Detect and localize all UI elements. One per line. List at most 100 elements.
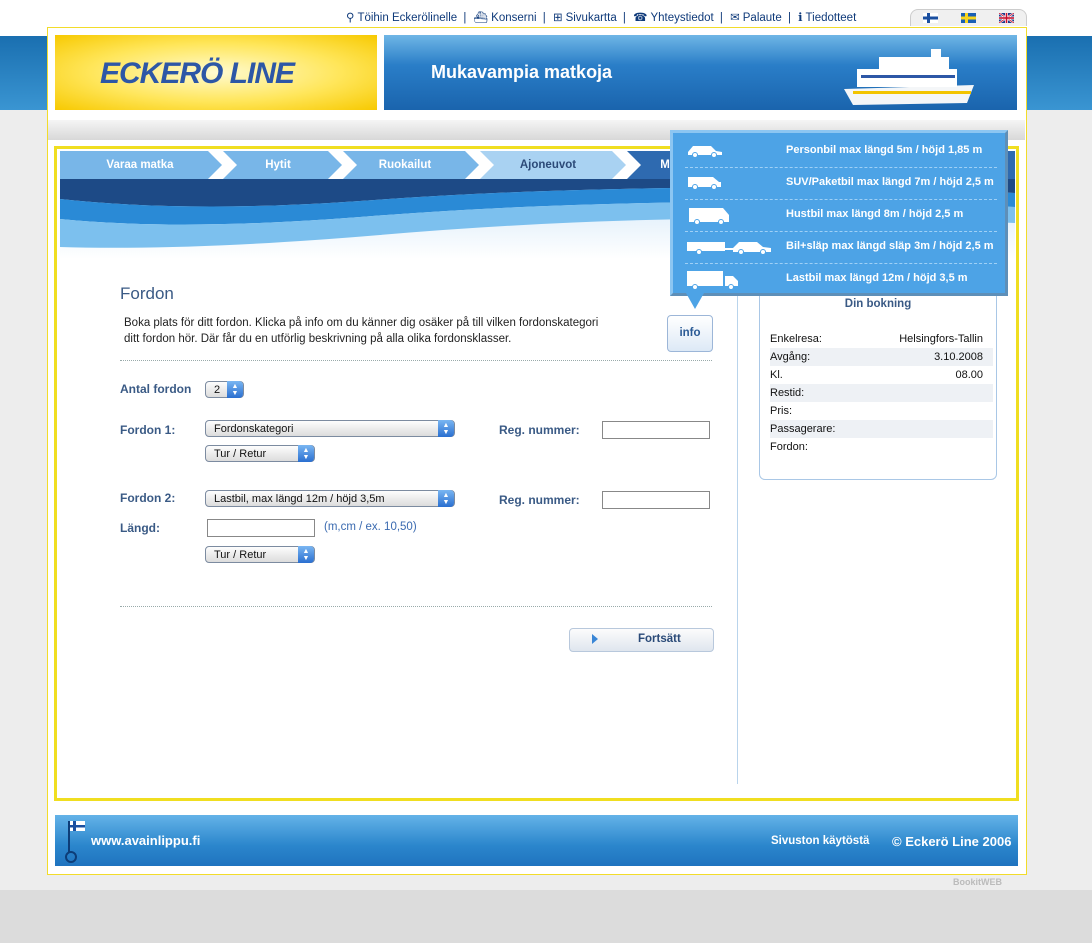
header-banner: Mukavampia matkoja	[384, 35, 1017, 110]
popup-text: Hustbil max längd 8m / höjd 2,5 m	[786, 208, 964, 220]
footer-copyright: © Eckerö Line 2006	[892, 834, 1012, 849]
fordon-1-trip-value: Tur / Retur	[214, 448, 267, 460]
antal-fordon-label: Antal fordon	[120, 382, 192, 396]
booking-row: Avgång: 3.10.2008	[770, 348, 993, 366]
step-hytit[interactable]: Hytit	[233, 151, 323, 179]
info-button[interactable]: info	[667, 315, 713, 352]
step-ruokailut[interactable]: Ruokailut	[360, 151, 450, 179]
info-icon: ℹ	[798, 12, 803, 24]
booking-row-label: Kl.	[770, 369, 783, 381]
popup-text: Personbil max längd 5m / höjd 1,85 m	[786, 144, 983, 156]
intro-line-2: ditt fordon hör. Där får du en utförlig …	[124, 333, 512, 345]
fordon-1-reg-input[interactable]	[602, 421, 710, 439]
booking-row-label: Pris:	[770, 405, 792, 417]
step-varaa-matka[interactable]: Varaa matka	[60, 151, 220, 179]
key-flag-icon	[65, 821, 85, 863]
select-arrows-icon: ▲ ▼	[298, 445, 314, 462]
phone-icon: ☎	[633, 12, 648, 24]
top-link-0[interactable]: Töihin Eckerölinelle	[357, 12, 457, 24]
swedish-flag-icon[interactable]	[961, 13, 976, 23]
popup-row-suv: SUV/Paketbil max längd 7m / höjd 2,5 m	[685, 167, 997, 200]
booking-row-label: Enkelresa:	[770, 333, 822, 345]
fordon-1-trip-select[interactable]: Tur / Retur ▲ ▼	[205, 445, 315, 462]
eckero-line-logo[interactable]: ECKERÖ LINE	[55, 35, 377, 110]
fordon-2-trip-value: Tur / Retur	[214, 549, 267, 561]
vehicle-info-popup: Personbil max längd 5m / höjd 1,85 m SUV…	[670, 130, 1008, 296]
step-ajoneuvot[interactable]: Ajoneuvot	[498, 151, 598, 179]
popup-text: SUV/Paketbil max längd 7m / höjd 2,5 m	[786, 176, 994, 188]
arrow-right-icon	[592, 634, 598, 644]
select-arrows-icon: ▲ ▼	[438, 490, 454, 507]
booking-row: Enkelresa: Helsingfors-Tallin	[770, 330, 993, 348]
continue-button[interactable]: Fortsätt	[569, 628, 714, 652]
language-flags	[910, 9, 1027, 26]
intro-line-1: Boka plats för ditt fordon. Klicka på in…	[124, 317, 599, 329]
camper-icon	[689, 208, 729, 225]
top-link-5[interactable]: Tiedotteet	[806, 12, 857, 24]
fordon-2-label: Fordon 2:	[120, 491, 176, 505]
top-links: ⚲ Töihin Eckerölinelle | ⛴ Konserni | ⊞ Siv…	[346, 12, 857, 24]
booking-row-value: 3.10.2008	[934, 351, 983, 363]
continue-label: Fortsätt	[638, 633, 681, 645]
fordon-1-label: Fordon 1:	[120, 423, 176, 437]
bookit-web-logo[interactable]: BookitWEB	[953, 877, 1002, 887]
booking-title: Din bokning	[844, 298, 912, 310]
fordon-2-category-select[interactable]: Lastbil, max längd 12m / höjd 3,5m ▲ ▼	[205, 490, 455, 507]
booking-summary: Din bokning Enkelresa: Helsingfors-Tallin…	[759, 292, 997, 480]
top-link-1[interactable]: Konserni	[491, 12, 536, 24]
popup-pointer	[686, 293, 704, 309]
car-icon	[688, 146, 722, 158]
footer-terms-link[interactable]: Sivuston käytöstä	[771, 835, 869, 847]
length-input[interactable]	[207, 519, 315, 537]
booking-row: Fordon:	[770, 438, 993, 456]
popup-row-bil-slap: Bil+släp max längd släp 3m / höjd 2,5 m	[685, 231, 997, 264]
booking-row-label: Avgång:	[770, 351, 811, 363]
fordon-1-category-value: Fordonskategori	[214, 423, 294, 435]
booking-row: Passagerare:	[770, 420, 993, 438]
truck-icon	[687, 271, 738, 290]
intro-text: Boka plats för ditt fordon. Klicka på in…	[124, 315, 654, 347]
select-arrows-icon: ▲ ▼	[438, 420, 454, 437]
divider	[120, 360, 712, 361]
ferry-icon	[844, 49, 974, 105]
footer-site-link[interactable]: www.avainlippu.fi	[91, 833, 200, 848]
booking-row-value: Helsingfors-Tallin	[899, 333, 983, 345]
wrench-icon: ⚲	[346, 12, 355, 24]
booking-row-value: 08.00	[955, 369, 983, 381]
mail-icon: ✉	[730, 12, 740, 24]
suv-icon	[688, 177, 721, 190]
booking-row-label: Passagerare:	[770, 423, 836, 435]
top-link-4[interactable]: Palaute	[743, 12, 782, 24]
booking-row: Kl. 08.00	[770, 366, 993, 384]
booking-row: Restid:	[770, 384, 993, 402]
fordon-1-category-select[interactable]: Fordonskategori ▲ ▼	[205, 420, 455, 437]
length-label: Längd:	[120, 521, 160, 535]
fordon-2-reg-label: Reg. nummer:	[499, 493, 580, 507]
divider	[120, 606, 712, 607]
antal-fordon-select[interactable]: 2 ▲ ▼	[205, 381, 244, 398]
banner-slogan: Mukavampia matkoja	[431, 62, 613, 82]
uk-flag-icon[interactable]	[999, 13, 1014, 23]
logo-text: ECKERÖ LINE	[100, 57, 295, 90]
booking-row-label: Fordon:	[770, 441, 808, 453]
footer: www.avainlippu.fi Sivuston käytöstä © Ec…	[55, 815, 1018, 866]
fordon-1-reg-label: Reg. nummer:	[499, 423, 580, 437]
ship-icon: ⛴	[473, 12, 489, 24]
popup-row-personbil: Personbil max längd 5m / höjd 1,85 m	[685, 135, 997, 168]
fordon-2-category-value: Lastbil, max längd 12m / höjd 3,5m	[214, 493, 385, 505]
select-arrows-icon: ▲ ▼	[298, 546, 314, 563]
finnish-flag-icon[interactable]	[923, 13, 938, 23]
antal-fordon-value: 2	[214, 384, 221, 396]
fordon-2-reg-input[interactable]	[602, 491, 710, 509]
top-link-3[interactable]: Yhteystiedot	[650, 12, 713, 24]
fordon-2-trip-select[interactable]: Tur / Retur ▲ ▼	[205, 546, 315, 563]
select-arrows-icon: ▲ ▼	[227, 381, 243, 398]
booking-row-label: Restid:	[770, 387, 805, 399]
popup-row-hustbil: Hustbil max längd 8m / höjd 2,5 m	[685, 199, 997, 232]
car-trailer-icon	[687, 242, 771, 255]
popup-row-lastbil: Lastbil max längd 12m / höjd 3,5 m	[685, 263, 997, 295]
booking-row: Pris:	[770, 402, 993, 420]
popup-text: Lastbil max längd 12m / höjd 3,5 m	[786, 272, 968, 284]
page-title: Fordon	[120, 284, 174, 303]
top-link-2[interactable]: Sivukartta	[566, 12, 617, 24]
